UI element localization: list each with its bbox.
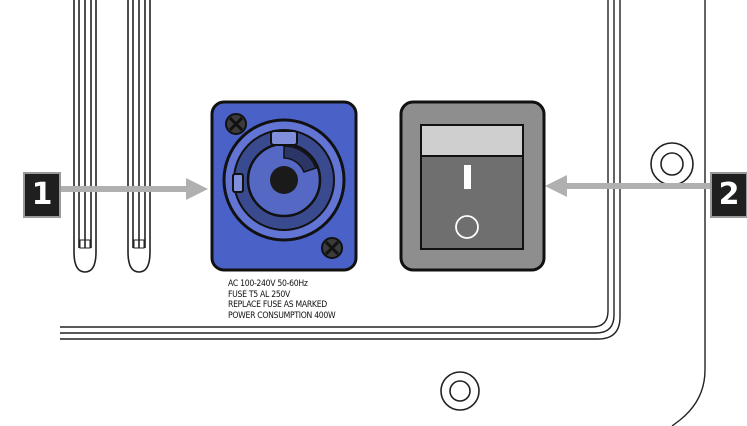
spec-line-power-consumption: POWER CONSUMPTION 400W xyxy=(228,310,336,321)
callout-2-badge: 2 xyxy=(710,172,747,218)
cooling-rail-right xyxy=(127,0,151,273)
screw-hole-bottom xyxy=(440,371,480,411)
arrow-1 xyxy=(61,178,208,200)
spec-line-fuse: FUSE T5 AL 250V xyxy=(228,289,291,300)
spec-line-voltage: AC 100-240V 50-60Hz xyxy=(228,279,308,289)
cooling-rail-left xyxy=(73,0,97,273)
screw-hole-right xyxy=(650,142,694,186)
switch-on-symbol-icon xyxy=(464,165,471,189)
arrow-2 xyxy=(545,175,711,197)
screw-top-left-icon xyxy=(225,113,247,135)
screw-bottom-right-icon xyxy=(321,237,343,259)
power-switch[interactable] xyxy=(399,100,546,272)
rear-panel-diagram xyxy=(60,0,711,426)
spec-line-replace-fuse: REPLACE FUSE AS MARKED xyxy=(228,300,327,310)
callout-1-badge: 1 xyxy=(23,172,61,218)
panel-outline xyxy=(60,0,706,426)
